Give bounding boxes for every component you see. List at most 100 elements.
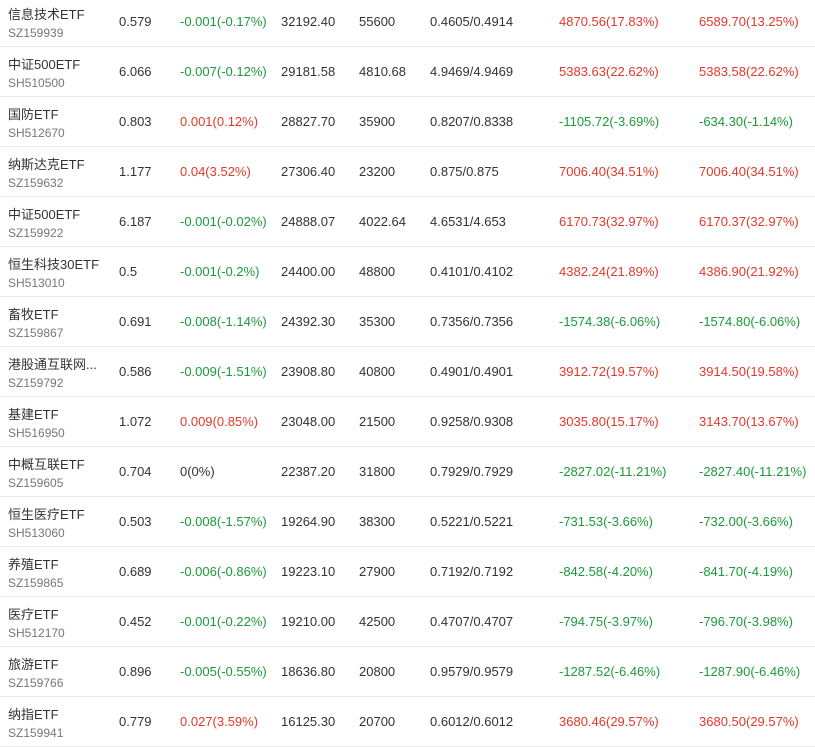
current-price: 0.586 <box>119 364 152 379</box>
price-change: 0(0%) <box>180 464 215 479</box>
cost-price: 0.4707/0.4707 <box>430 614 514 629</box>
fund-name-link[interactable]: 恒生科技30ETF <box>8 254 104 273</box>
market-value: 16125.30 <box>281 714 336 729</box>
price-change: -0.007(-0.12%) <box>180 64 267 79</box>
fund-code: SZ159865 <box>8 576 64 590</box>
market-value: 18636.80 <box>281 664 336 679</box>
market-value: 24400.00 <box>281 264 336 279</box>
holding-profit: 6170.73(32.97%) <box>559 214 659 229</box>
holding-profit: 7006.40(34.51%) <box>559 164 659 179</box>
price-change: -0.008(-1.14%) <box>180 314 267 329</box>
fund-name-link[interactable]: 养殖ETF <box>8 554 104 573</box>
market-value: 19210.00 <box>281 614 336 629</box>
current-price: 0.579 <box>119 14 152 29</box>
holding-profit: -2827.02(-11.21%) <box>559 464 667 479</box>
holding-shares: 20800 <box>359 664 396 679</box>
table-row[interactable]: 基建ETF SH516950 1.072 0.009(0.85%) 23048.00 21… <box>0 397 815 447</box>
holding-shares: 20700 <box>359 714 396 729</box>
cost-price: 0.9258/0.9308 <box>430 414 514 429</box>
holding-shares: 27900 <box>359 564 396 579</box>
price-change: 0.009(0.85%) <box>180 414 259 429</box>
fund-code: SH510500 <box>8 76 65 90</box>
current-price: 0.704 <box>119 464 152 479</box>
table-row[interactable]: 养殖ETF SZ159865 0.689 -0.006(-0.86%) 19223.10… <box>0 547 815 597</box>
market-value: 19264.90 <box>281 514 336 529</box>
fund-name-link[interactable]: 畜牧ETF <box>8 304 104 323</box>
table-row[interactable]: 纳指ETF SZ159941 0.779 0.027(3.59%) 16125.30 20… <box>0 697 815 747</box>
fund-name-link[interactable]: 医疗ETF <box>8 604 104 623</box>
fund-name-link[interactable]: 旅游ETF <box>8 654 104 673</box>
table-row[interactable]: 中概互联ETF SZ159605 0.704 0(0%) 22387.20 31800 0.… <box>0 447 815 497</box>
cost-price: 0.9579/0.9579 <box>430 664 514 679</box>
fund-code: SZ159939 <box>8 26 64 40</box>
current-price: 0.5 <box>119 264 138 279</box>
cost-price: 0.7192/0.7192 <box>430 564 514 579</box>
current-price: 0.452 <box>119 614 152 629</box>
total-profit: -2827.40(-11.21%) <box>699 464 807 479</box>
cost-price: 0.4101/0.4102 <box>430 264 514 279</box>
price-change: 0.001(0.12%) <box>180 114 259 129</box>
fund-name-cell: 港股通互联网... SZ159792 <box>8 347 108 396</box>
cost-price: 0.5221/0.5221 <box>430 514 514 529</box>
holding-shares: 38300 <box>359 514 396 529</box>
holding-shares: 23200 <box>359 164 396 179</box>
table-row[interactable]: 港股通互联网... SZ159792 0.586 -0.009(-1.51%) 2390… <box>0 347 815 397</box>
holdings-table: 信息技术ETF SZ159939 0.579 -0.001(-0.17%) 32192.… <box>0 0 815 747</box>
table-row[interactable]: 恒生科技30ETF SH513010 0.5 -0.001(-0.2%) 24400.0… <box>0 247 815 297</box>
market-value: 24888.07 <box>281 214 336 229</box>
fund-code: SZ159867 <box>8 326 64 340</box>
fund-code: SZ159605 <box>8 476 64 490</box>
fund-code: SZ159922 <box>8 226 64 240</box>
table-row[interactable]: 中证500ETF SZ159922 6.187 -0.001(-0.02%) 24888… <box>0 197 815 247</box>
fund-name-link[interactable]: 恒生医疗ETF <box>8 504 104 523</box>
fund-code: SZ159792 <box>8 376 64 390</box>
fund-name-cell: 纳斯达克ETF SZ159632 <box>8 147 108 196</box>
cost-price: 0.7356/0.7356 <box>430 314 514 329</box>
fund-name-link[interactable]: 港股通互联网... <box>8 354 104 373</box>
table-row[interactable]: 信息技术ETF SZ159939 0.579 -0.001(-0.17%) 32192.… <box>0 0 815 47</box>
price-change: -0.001(-0.17%) <box>180 14 267 29</box>
fund-name-link[interactable]: 信息技术ETF <box>8 4 104 23</box>
total-profit: 3143.70(13.67%) <box>699 414 799 429</box>
total-profit: -634.30(-1.14%) <box>699 114 793 129</box>
fund-name-cell: 养殖ETF SZ159865 <box>8 547 108 596</box>
table-row[interactable]: 中证500ETF SH510500 6.066 -0.007(-0.12%) 29181… <box>0 47 815 97</box>
fund-code: SZ159766 <box>8 676 64 690</box>
fund-name-link[interactable]: 纳指ETF <box>8 704 104 723</box>
fund-name-link[interactable]: 中概互联ETF <box>8 454 104 473</box>
fund-name-link[interactable]: 国防ETF <box>8 104 104 123</box>
holding-profit: 4870.56(17.83%) <box>559 14 659 29</box>
fund-name-cell: 医疗ETF SH512170 <box>8 597 108 646</box>
fund-name-link[interactable]: 基建ETF <box>8 404 104 423</box>
market-value: 22387.20 <box>281 464 336 479</box>
cost-price: 0.4901/0.4901 <box>430 364 514 379</box>
price-change: -0.008(-1.57%) <box>180 514 267 529</box>
holding-profit: 3680.46(29.57%) <box>559 714 659 729</box>
table-row[interactable]: 医疗ETF SH512170 0.452 -0.001(-0.22%) 19210.00… <box>0 597 815 647</box>
holding-shares: 4022.64 <box>359 214 406 229</box>
holding-shares: 35300 <box>359 314 396 329</box>
fund-name-link[interactable]: 纳斯达克ETF <box>8 154 104 173</box>
price-change: -0.001(-0.2%) <box>180 264 260 279</box>
holding-profit: -794.75(-3.97%) <box>559 614 653 629</box>
fund-name-link[interactable]: 中证500ETF <box>8 204 104 223</box>
cost-price: 0.875/0.875 <box>430 164 499 179</box>
holding-shares: 42500 <box>359 614 396 629</box>
table-row[interactable]: 恒生医疗ETF SH513060 0.503 -0.008(-1.57%) 19264.… <box>0 497 815 547</box>
holding-shares: 55600 <box>359 14 396 29</box>
market-value: 24392.30 <box>281 314 336 329</box>
table-row[interactable]: 畜牧ETF SZ159867 0.691 -0.008(-1.14%) 24392.30… <box>0 297 815 347</box>
fund-name-cell: 畜牧ETF SZ159867 <box>8 297 108 346</box>
fund-code: SH513010 <box>8 276 65 290</box>
table-row[interactable]: 纳斯达克ETF SZ159632 1.177 0.04(3.52%) 27306.40 2… <box>0 147 815 197</box>
price-change: 0.04(3.52%) <box>180 164 251 179</box>
fund-code: SH516950 <box>8 426 65 440</box>
fund-name-link[interactable]: 中证500ETF <box>8 54 104 73</box>
fund-name-cell: 中证500ETF SH510500 <box>8 47 108 96</box>
holding-shares: 48800 <box>359 264 396 279</box>
market-value: 19223.10 <box>281 564 336 579</box>
table-row[interactable]: 旅游ETF SZ159766 0.896 -0.005(-0.55%) 18636.80… <box>0 647 815 697</box>
fund-name-cell: 恒生医疗ETF SH513060 <box>8 497 108 546</box>
table-row[interactable]: 国防ETF SH512670 0.803 0.001(0.12%) 28827.70 35… <box>0 97 815 147</box>
market-value: 28827.70 <box>281 114 336 129</box>
